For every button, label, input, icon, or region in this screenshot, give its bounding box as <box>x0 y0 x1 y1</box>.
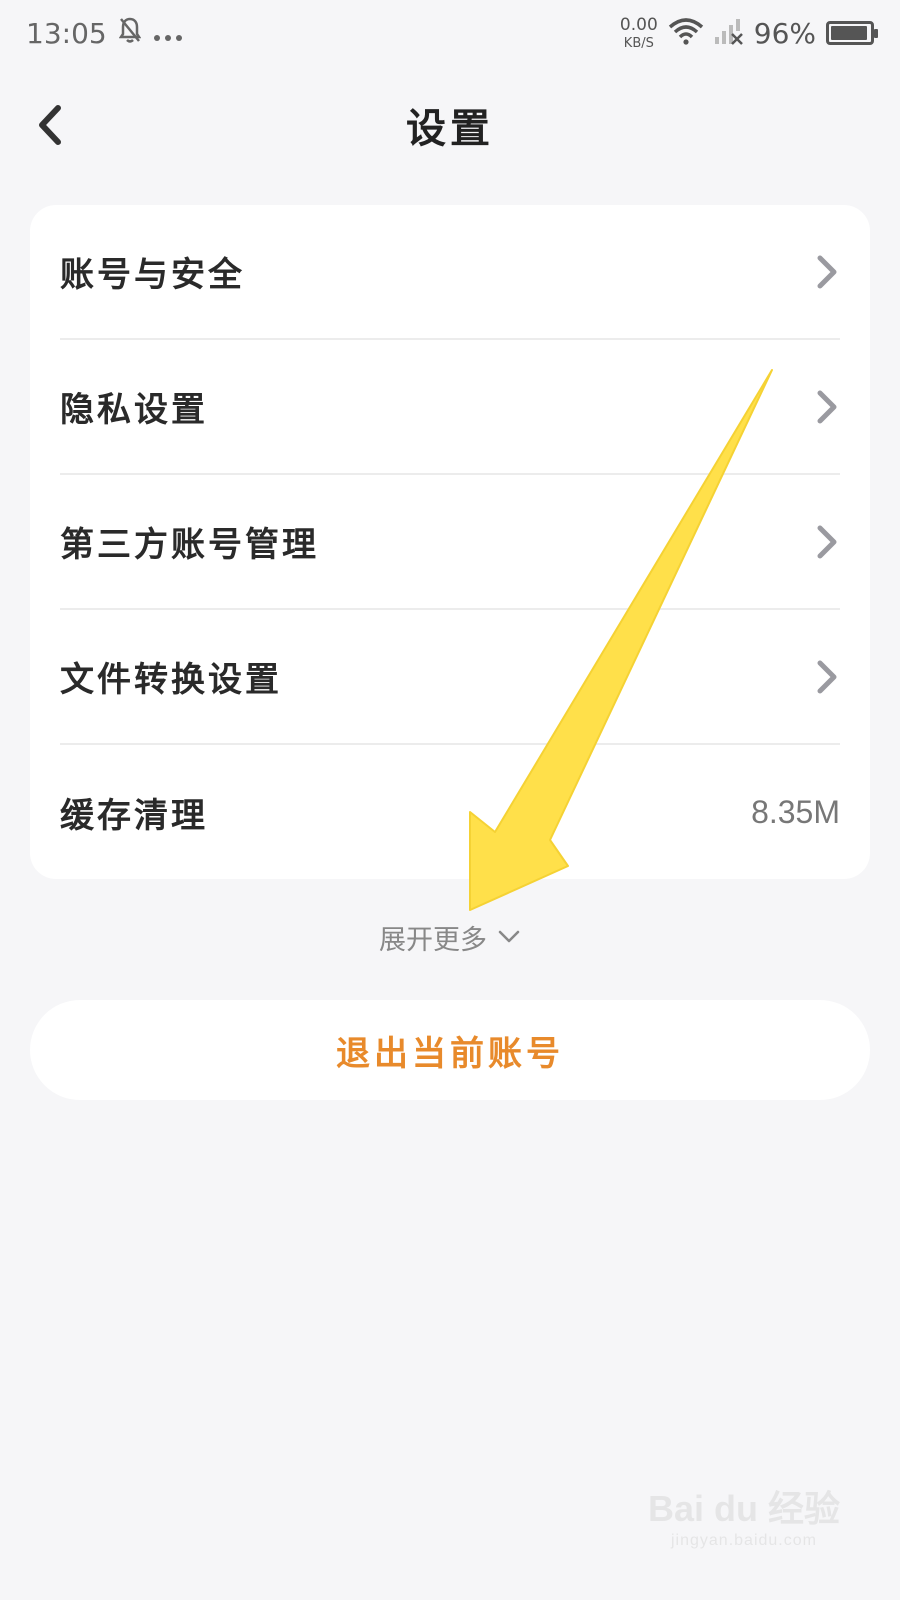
more-dots-icon <box>153 17 183 50</box>
logout-button[interactable]: 退出当前账号 <box>30 1000 870 1100</box>
status-bar: 13:05 0.00 KB/S 96% <box>0 0 900 66</box>
settings-item-label: 账号与安全 <box>60 255 245 295</box>
settings-item-third-party-accounts[interactable]: 第三方账号管理 <box>60 475 840 610</box>
settings-item-file-conversion[interactable]: 文件转换设置 <box>60 610 840 745</box>
status-time: 13:05 <box>26 16 107 50</box>
baidu-watermark: Bai du 经验 jingyan.baidu.com <box>648 1480 840 1550</box>
net-speed-unit: KB/S <box>623 35 654 51</box>
wifi-icon <box>668 17 704 49</box>
chevron-right-icon <box>814 657 840 697</box>
chevron-right-icon <box>814 522 840 562</box>
mute-bell-icon <box>118 16 142 51</box>
baidu-logo-icon: Bai du 经验 <box>648 1480 840 1532</box>
signal-icon <box>714 17 744 49</box>
logout-label: 退出当前账号 <box>336 1033 564 1074</box>
net-speed: 0.00 KB/S <box>619 14 658 51</box>
net-speed-value: 0.00 <box>619 14 658 35</box>
battery-fill <box>831 26 868 40</box>
settings-item-label: 缓存清理 <box>60 796 208 836</box>
expand-more-button[interactable]: 展开更多 <box>0 912 900 962</box>
page-title: 设置 <box>406 105 494 152</box>
chevron-right-icon <box>814 252 840 292</box>
settings-item-label: 文件转换设置 <box>60 660 282 700</box>
title-bar: 设置 <box>0 80 900 170</box>
watermark-brand: Bai du 经验 <box>647 1488 840 1529</box>
settings-item-privacy[interactable]: 隐私设置 <box>60 340 840 475</box>
battery-percent: 96% <box>753 16 816 50</box>
settings-card: 账号与安全 隐私设置 第三方账号管理 文件转换设置 缓存清理 8.35M <box>30 205 870 879</box>
settings-item-label: 隐私设置 <box>60 390 208 430</box>
chevron-left-icon <box>39 105 61 145</box>
watermark-url: jingyan.baidu.com <box>671 1532 817 1549</box>
back-button[interactable] <box>22 98 76 152</box>
battery-icon <box>826 21 878 45</box>
cache-size-value: 8.35M <box>751 794 840 830</box>
chevron-right-icon <box>814 387 840 427</box>
settings-item-cache-cleanup[interactable]: 缓存清理 8.35M <box>60 745 840 879</box>
settings-item-account-security[interactable]: 账号与安全 <box>60 205 840 340</box>
settings-item-label: 第三方账号管理 <box>60 525 319 565</box>
status-left: 13:05 <box>26 16 183 51</box>
status-right: 0.00 KB/S 96% <box>619 14 878 51</box>
chevron-down-icon <box>498 930 520 943</box>
expand-more-label: 展开更多 <box>379 924 487 956</box>
